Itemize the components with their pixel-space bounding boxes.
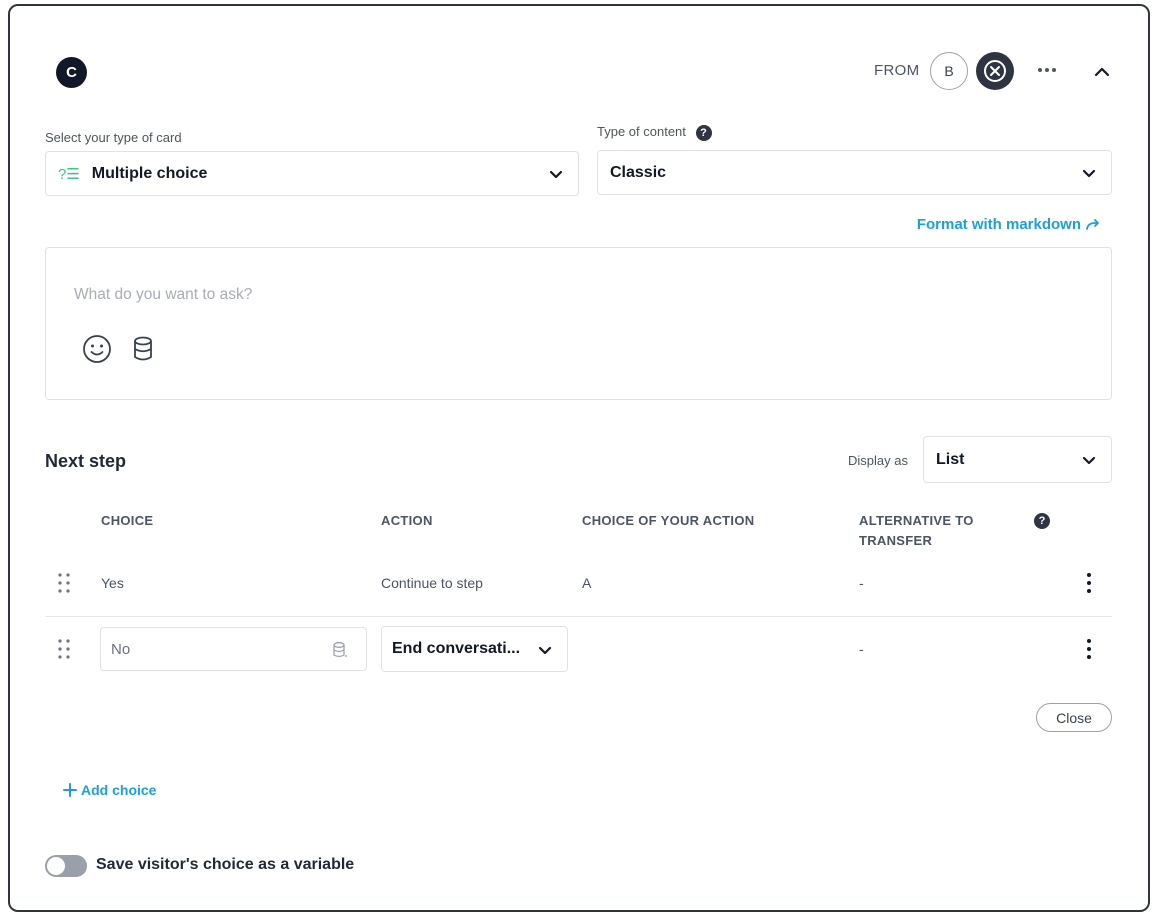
question-editor[interactable]: What do you want to ask? xyxy=(45,247,1112,400)
column-header-choice: CHOICE xyxy=(101,513,154,528)
row-choice-of-action: A xyxy=(582,575,592,591)
row-action: Continue to step xyxy=(381,575,483,591)
content-type-select[interactable]: Classic xyxy=(597,150,1112,195)
column-header-choice-of-action: CHOICE OF YOUR ACTION xyxy=(582,513,755,528)
variable-icon[interactable] xyxy=(332,641,348,659)
card-type-value: Multiple choice xyxy=(91,164,208,182)
database-icon[interactable] xyxy=(132,336,154,362)
arrow-forward-icon xyxy=(1086,218,1099,230)
row-divider xyxy=(45,616,1112,617)
choice-input-value: No xyxy=(111,640,131,658)
action-select-value: End conversati... xyxy=(392,640,521,657)
collapse-button[interactable] xyxy=(1089,59,1115,85)
from-label: FROM xyxy=(874,62,920,79)
card-type-select[interactable]: ?☰ Multiple choice xyxy=(45,151,579,196)
row-alternative: - xyxy=(859,575,864,591)
toggle-knob xyxy=(47,857,65,875)
row-alternative: - xyxy=(859,641,864,657)
kebab-menu-icon[interactable] xyxy=(1084,572,1094,594)
next-step-title: Next step xyxy=(45,451,127,471)
emoji-icon[interactable] xyxy=(82,334,112,364)
more-horizontal-icon xyxy=(1038,68,1056,72)
from-step-badge[interactable]: B xyxy=(930,52,968,90)
close-circle-icon xyxy=(984,60,1006,82)
add-choice-button[interactable]: Add choice xyxy=(63,782,156,798)
save-variable-label: Save visitor's choice as a variable xyxy=(96,856,355,873)
content-type-value: Classic xyxy=(610,163,667,181)
drag-handle-icon[interactable] xyxy=(57,572,71,594)
question-placeholder: What do you want to ask? xyxy=(74,286,253,303)
add-choice-label: Add choice xyxy=(81,782,157,798)
step-card: C FROM B Select your type of card ?☰ Mul… xyxy=(8,4,1150,912)
content-type-label: Type of content ? xyxy=(597,124,712,141)
multiple-choice-icon: ?☰ xyxy=(58,165,80,183)
card-type-label: Select your type of card xyxy=(45,130,182,145)
kebab-menu-icon[interactable] xyxy=(1084,638,1094,660)
chevron-up-icon xyxy=(1094,67,1110,77)
chevron-down-icon xyxy=(1082,169,1096,178)
choice-input[interactable]: No xyxy=(100,627,367,671)
content-type-label-text: Type of content xyxy=(597,124,686,139)
format-markdown-link[interactable]: Format with markdown xyxy=(917,216,1101,233)
format-markdown-label: Format with markdown xyxy=(916,216,1081,233)
chevron-down-icon xyxy=(549,170,563,179)
chevron-down-icon xyxy=(538,646,552,655)
save-variable-toggle[interactable] xyxy=(45,855,87,877)
chevron-down-icon xyxy=(1082,456,1096,465)
column-header-action: ACTION xyxy=(381,513,433,528)
display-as-value: List xyxy=(936,450,965,468)
display-as-label: Display as xyxy=(848,453,908,468)
more-options-button[interactable] xyxy=(1034,56,1060,84)
plus-icon xyxy=(63,783,77,797)
row-choice: Yes xyxy=(101,575,124,591)
remove-link-button[interactable] xyxy=(976,52,1014,90)
close-button[interactable]: Close xyxy=(1036,703,1112,732)
step-badge: C xyxy=(56,57,87,88)
display-as-select[interactable]: List xyxy=(923,436,1112,483)
help-icon[interactable]: ? xyxy=(695,124,712,141)
drag-handle-icon[interactable] xyxy=(57,638,71,660)
action-select[interactable]: End conversati... xyxy=(381,626,568,672)
column-header-alternative: ALTERNATIVE TO TRANSFER xyxy=(859,513,974,548)
help-icon[interactable]: ? xyxy=(1034,513,1050,529)
